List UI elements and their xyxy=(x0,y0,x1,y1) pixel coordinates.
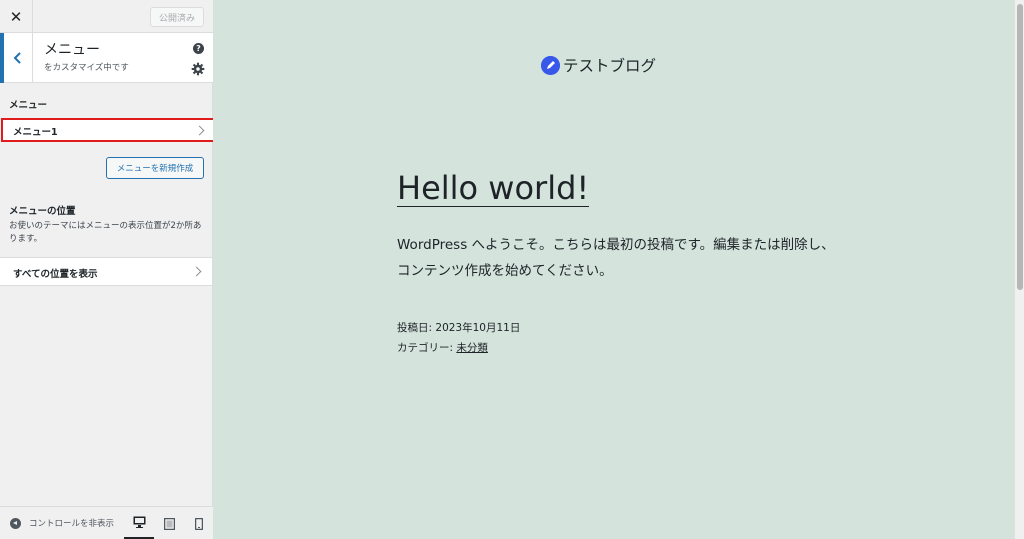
collapse-controls-button[interactable]: コントロールを非表示 xyxy=(29,517,119,529)
post-date: 投稿日: 2023年10月11日 xyxy=(397,318,520,338)
post-title[interactable]: Hello world! xyxy=(397,170,590,207)
gear-icon[interactable] xyxy=(191,62,205,76)
close-icon: ✕ xyxy=(9,7,23,26)
close-button[interactable]: ✕ xyxy=(0,0,33,33)
desktop-preview-button[interactable] xyxy=(124,507,154,539)
site-logo-icon[interactable] xyxy=(541,56,560,75)
post-meta: 投稿日: 2023年10月11日 カテゴリー: 未分類 xyxy=(397,318,520,358)
tablet-icon xyxy=(163,517,175,530)
site-preview: テストブログ Hello world! WordPress へようこそ。こちらは… xyxy=(213,0,1014,539)
view-all-locations-label: すべての位置を表示 xyxy=(13,269,98,280)
post-date-label: 投稿日: xyxy=(397,322,436,334)
section-subtitle: をカスタマイズ中です xyxy=(44,63,129,73)
post-body: WordPress へようこそ。こちらは最初の投稿です。編集または削除し、コンテ… xyxy=(397,237,835,279)
tablet-preview-button[interactable] xyxy=(154,507,184,539)
collapse-icon[interactable] xyxy=(10,518,21,529)
menu-item-label: メニュー1 xyxy=(13,127,58,138)
menu-item-menu1[interactable]: メニュー1 xyxy=(1,118,222,142)
publish-button[interactable]: 公開済み xyxy=(150,7,204,27)
chevron-right-icon xyxy=(191,266,202,277)
customizer-topbar: ✕ 公開済み xyxy=(0,0,213,33)
add-menu-button[interactable]: メニューを新規作成 xyxy=(106,157,204,179)
mobile-preview-button[interactable] xyxy=(184,507,214,539)
post-category: カテゴリー: 未分類 xyxy=(397,338,520,358)
post-category-label: カテゴリー: xyxy=(397,342,457,354)
section-header: メニュー をカスタマイズ中です ? xyxy=(0,33,213,83)
locations-heading: メニューの位置 xyxy=(9,206,76,217)
desktop-icon xyxy=(133,516,145,528)
site-title[interactable]: テストブログ xyxy=(563,54,656,76)
chevron-left-icon xyxy=(13,52,21,64)
post-date-value: 2023年10月11日 xyxy=(435,322,521,334)
view-all-locations-item[interactable]: すべての位置を表示 xyxy=(0,257,212,286)
scrollbar-thumb[interactable] xyxy=(1017,4,1023,290)
menus-heading: メニュー xyxy=(9,100,48,111)
preview-scrollbar[interactable] xyxy=(1014,0,1024,539)
locations-description: お使いのテーマにはメニューの表示位置が2か所あります。 xyxy=(9,221,202,244)
category-link[interactable]: 未分類 xyxy=(456,342,488,354)
section-title: メニュー xyxy=(44,42,100,58)
chevron-right-icon xyxy=(194,125,205,136)
help-icon[interactable]: ? xyxy=(193,43,204,54)
customizer-footer: コントロールを非表示 xyxy=(0,506,213,539)
back-button[interactable] xyxy=(0,33,33,83)
mobile-icon xyxy=(195,517,203,530)
customizer-sidebar: ✕ 公開済み メニュー をカスタマイズ中です ? メニュー メニュー1 メニュー… xyxy=(0,0,222,539)
